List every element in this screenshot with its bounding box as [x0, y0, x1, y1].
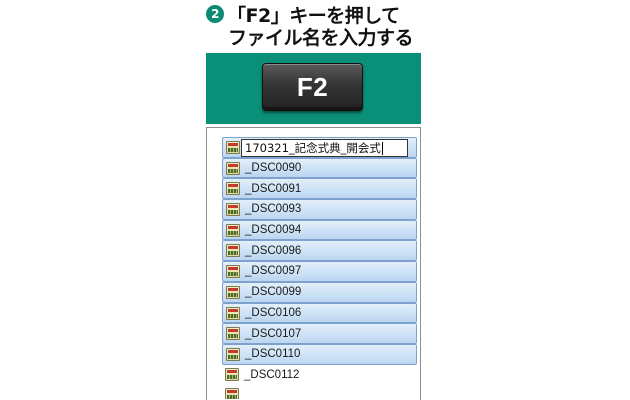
file-list: 170321_記念式典_開会式 _DSC0090 _DSC0091 _DSC00… — [222, 137, 417, 400]
file-row[interactable]: _DSC0107 — [222, 323, 417, 344]
file-name: _DSC0110 — [245, 348, 301, 361]
jpg-file-icon — [226, 347, 240, 361]
caption-line-1: 「F2」キーを押して — [227, 4, 400, 27]
file-list-panel: 170321_記念式典_開会式 _DSC0090 _DSC0091 _DSC00… — [206, 127, 421, 400]
file-name: _DSC0097 — [245, 265, 302, 278]
f2-key: F2 — [262, 63, 363, 111]
jpg-file-icon — [226, 223, 240, 237]
jpg-file-icon — [226, 203, 240, 217]
file-row-renaming[interactable]: 170321_記念式典_開会式 — [222, 137, 417, 158]
key-banner: F2 — [206, 53, 421, 124]
jpg-file-icon — [226, 327, 240, 341]
file-row[interactable]: _DSC0094 — [222, 219, 417, 241]
file-name: _DSC0090 — [245, 162, 302, 175]
file-name: _DSC0093 — [245, 203, 302, 216]
jpg-file-icon — [226, 141, 240, 154]
jpg-file-icon — [226, 285, 240, 299]
jpg-file-icon — [226, 182, 240, 196]
file-name: _DSC0112 — [244, 368, 300, 381]
file-name: _DSC0091 — [245, 182, 302, 195]
file-row-partial[interactable] — [222, 385, 417, 400]
file-name: _DSC0106 — [245, 306, 302, 319]
rename-input[interactable]: 170321_記念式典_開会式 — [241, 139, 408, 157]
file-row[interactable]: _DSC0106 — [222, 302, 417, 324]
file-name: _DSC0096 — [245, 244, 302, 257]
file-row[interactable]: _DSC0093 — [222, 199, 417, 220]
file-row[interactable]: _DSC0090 — [222, 157, 417, 179]
file-name: _DSC0107 — [245, 327, 302, 340]
file-row[interactable]: _DSC0097 — [222, 261, 417, 282]
rename-input-value: 170321_記念式典_開会式 — [245, 141, 381, 155]
jpg-file-icon — [226, 161, 240, 175]
caption-line-2: ファイル名を入力する — [228, 27, 414, 49]
jpg-file-icon — [226, 306, 240, 320]
jpg-file-icon — [225, 367, 239, 381]
jpg-file-icon — [226, 265, 240, 279]
file-row[interactable]: _DSC0096 — [222, 240, 417, 262]
step-number-badge: 2 — [206, 5, 224, 23]
file-row[interactable]: _DSC0099 — [222, 281, 417, 303]
file-name: _DSC0094 — [245, 224, 302, 237]
text-caret — [381, 141, 383, 155]
instruction-caption: 2 「F2」キーを押して ファイル名を入力する — [206, 2, 436, 50]
file-row[interactable]: _DSC0112 — [222, 365, 417, 386]
file-row[interactable]: _DSC0091 — [222, 178, 417, 200]
file-name: _DSC0099 — [245, 286, 302, 299]
jpg-file-icon — [226, 244, 240, 258]
jpg-file-icon — [225, 388, 239, 400]
file-row[interactable]: _DSC0110 — [222, 343, 417, 365]
